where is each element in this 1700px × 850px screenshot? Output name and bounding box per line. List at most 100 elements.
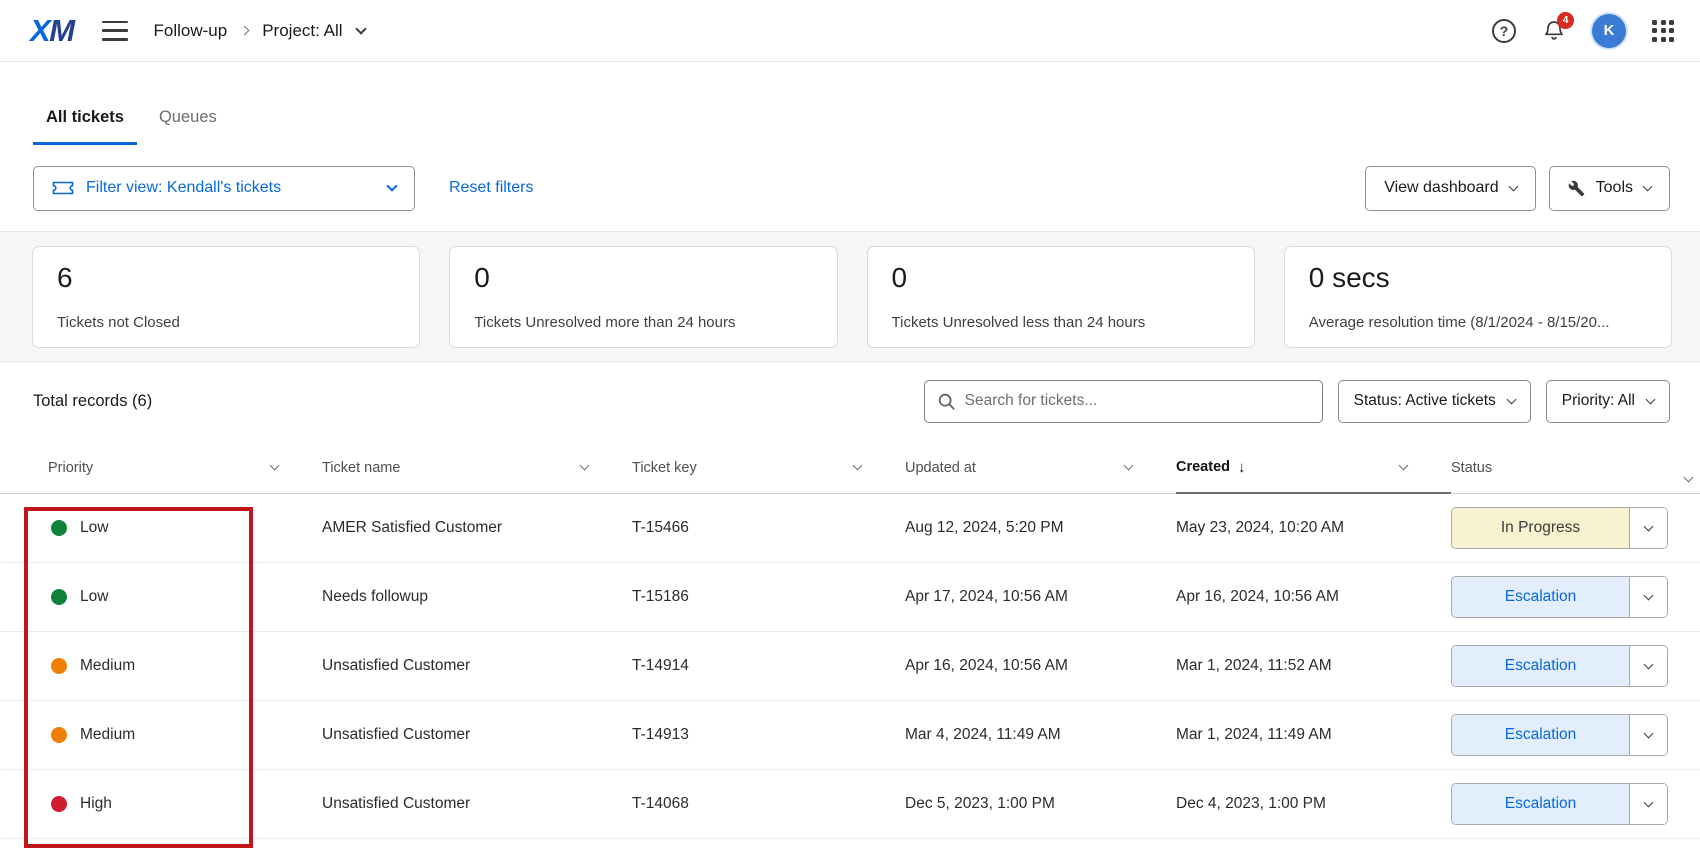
- table-row[interactable]: Medium Unsatisfied Customer T-14913 Mar …: [0, 701, 1700, 770]
- chevron-down-icon: [355, 23, 366, 34]
- tab-queues[interactable]: Queues: [146, 96, 230, 145]
- updated-at-cell: Apr 16, 2024, 10:56 AM: [905, 657, 1176, 675]
- table-row[interactable]: Medium Unsatisfied Customer T-14914 Apr …: [0, 632, 1700, 701]
- stat-value: 6: [57, 262, 395, 294]
- priority-cell: Medium: [32, 657, 322, 675]
- ticket-table-body: Low AMER Satisfied Customer T-15466 Aug …: [0, 494, 1700, 839]
- column-header-updated-at[interactable]: Updated at: [905, 442, 1176, 493]
- table-row[interactable]: Low Needs followup T-15186 Apr 17, 2024,…: [0, 563, 1700, 632]
- column-header-status[interactable]: Status: [1451, 442, 1668, 493]
- created-cell: Mar 1, 2024, 11:52 AM: [1176, 657, 1451, 675]
- status-filter-label: Status: Active tickets: [1354, 392, 1496, 410]
- priority-cell: Low: [32, 519, 322, 537]
- chevron-down-icon: [1646, 394, 1656, 404]
- stats-band: 6 Tickets not Closed 0 Tickets Unresolve…: [0, 231, 1700, 362]
- chevron-right-icon: [240, 26, 250, 36]
- help-icon[interactable]: ?: [1492, 19, 1516, 43]
- status-dropdown[interactable]: Escalation: [1451, 783, 1668, 825]
- priority-dot: [51, 727, 67, 743]
- updated-at-cell: Mar 4, 2024, 11:49 AM: [905, 726, 1176, 744]
- status-dropdown[interactable]: Escalation: [1451, 645, 1668, 687]
- chevron-down-icon: [1629, 577, 1667, 617]
- total-records-label: Total records (6): [33, 392, 152, 411]
- priority-filter-label: Priority: All: [1562, 392, 1635, 410]
- priority-filter-dropdown[interactable]: Priority: All: [1546, 380, 1670, 423]
- table-row[interactable]: High Unsatisfied Customer T-14068 Dec 5,…: [0, 770, 1700, 839]
- topbar-actions: ? 4 K: [1492, 14, 1674, 48]
- logo-x: X: [30, 13, 49, 48]
- status-dropdown[interactable]: In Progress: [1451, 507, 1668, 549]
- avatar[interactable]: K: [1592, 14, 1626, 48]
- column-header-created[interactable]: Created ↓: [1176, 443, 1451, 494]
- view-dashboard-label: View dashboard: [1384, 179, 1498, 197]
- filter-bar: Filter view: Kendall's tickets Reset fil…: [0, 165, 1700, 211]
- priority-cell: Low: [32, 588, 322, 606]
- tab-all-tickets[interactable]: All tickets: [33, 96, 137, 145]
- priority-label: Medium: [80, 657, 135, 675]
- created-cell: Mar 1, 2024, 11:49 AM: [1176, 726, 1451, 744]
- topbar: XM Follow-up Project: All ? 4 K: [0, 0, 1700, 62]
- priority-label: Medium: [80, 726, 135, 744]
- breadcrumb-project[interactable]: Project: All: [262, 21, 342, 41]
- priority-label: Low: [80, 519, 108, 537]
- notifications-button[interactable]: 4: [1542, 19, 1566, 43]
- tab-queues-label: Queues: [159, 108, 217, 126]
- ticket-key-cell: T-14068: [632, 795, 905, 813]
- table-header: Priority Ticket name Ticket key Updated …: [0, 442, 1700, 494]
- updated-at-cell: Apr 17, 2024, 10:56 AM: [905, 588, 1176, 606]
- status-dropdown[interactable]: Escalation: [1451, 576, 1668, 618]
- chevron-down-icon: [1629, 508, 1667, 548]
- chevron-down-icon: [1506, 394, 1516, 404]
- status-dropdown[interactable]: Escalation: [1451, 714, 1668, 756]
- stat-value: 0: [474, 262, 812, 294]
- chevron-down-icon: [580, 461, 590, 471]
- records-bar: Total records (6) Status: Active tickets…: [0, 379, 1700, 423]
- apps-grid-icon[interactable]: [1652, 20, 1674, 42]
- status-label: In Progress: [1452, 508, 1629, 548]
- ticket-icon: [52, 180, 74, 196]
- created-cell: Dec 4, 2023, 1:00 PM: [1176, 795, 1451, 813]
- stat-value: 0: [892, 262, 1230, 294]
- ticket-search-box: [924, 380, 1323, 423]
- column-header-ticket-name[interactable]: Ticket name: [322, 442, 632, 493]
- filter-view-label: Filter view: Kendall's tickets: [86, 179, 376, 197]
- chevron-down-icon: [1629, 715, 1667, 755]
- hamburger-menu-icon[interactable]: [102, 21, 128, 41]
- chevron-down-icon: [1508, 181, 1518, 191]
- reset-filters-link[interactable]: Reset filters: [449, 179, 533, 197]
- created-cell: May 23, 2024, 10:20 AM: [1176, 519, 1451, 537]
- stat-label: Tickets Unresolved more than 24 hours: [474, 314, 812, 331]
- breadcrumb: Follow-up Project: All: [154, 21, 365, 41]
- filter-bar-actions: View dashboard Tools: [1365, 166, 1670, 211]
- wrench-icon: [1568, 180, 1585, 197]
- stat-label: Tickets Unresolved less than 24 hours: [892, 314, 1230, 331]
- priority-label: High: [80, 795, 112, 813]
- updated-at-cell: Dec 5, 2023, 1:00 PM: [905, 795, 1176, 813]
- view-dashboard-button[interactable]: View dashboard: [1365, 166, 1535, 211]
- stat-card-avg-resolution-time: 0 secs Average resolution time (8/1/2024…: [1284, 246, 1672, 348]
- ticket-name-cell: Needs followup: [322, 588, 632, 606]
- search-input[interactable]: [965, 392, 1310, 410]
- status-label: Escalation: [1452, 784, 1629, 824]
- table-row[interactable]: Low AMER Satisfied Customer T-15466 Aug …: [0, 494, 1700, 563]
- ticket-key-cell: T-15186: [632, 588, 905, 606]
- chevron-down-icon: [853, 461, 863, 471]
- ticket-tabs: All tickets Queues: [0, 96, 1700, 145]
- column-header-ticket-key[interactable]: Ticket key: [632, 442, 905, 493]
- sort-descending-icon: ↓: [1238, 459, 1246, 476]
- search-icon: [937, 392, 956, 411]
- priority-dot: [51, 796, 67, 812]
- ticket-key-cell: T-14914: [632, 657, 905, 675]
- status-filter-dropdown[interactable]: Status: Active tickets: [1338, 380, 1531, 423]
- status-label: Escalation: [1452, 646, 1629, 686]
- column-header-priority[interactable]: Priority: [32, 442, 322, 493]
- filter-view-dropdown[interactable]: Filter view: Kendall's tickets: [33, 166, 415, 211]
- xm-logo[interactable]: XM: [30, 13, 74, 49]
- created-cell: Apr 16, 2024, 10:56 AM: [1176, 588, 1451, 606]
- stat-card-unresolved-more-24h: 0 Tickets Unresolved more than 24 hours: [449, 246, 837, 348]
- breadcrumb-section[interactable]: Follow-up: [154, 21, 228, 41]
- chevron-down-icon: [270, 461, 280, 471]
- logo-m: M: [49, 13, 73, 48]
- tools-button[interactable]: Tools: [1549, 166, 1670, 211]
- tab-all-tickets-label: All tickets: [46, 108, 124, 126]
